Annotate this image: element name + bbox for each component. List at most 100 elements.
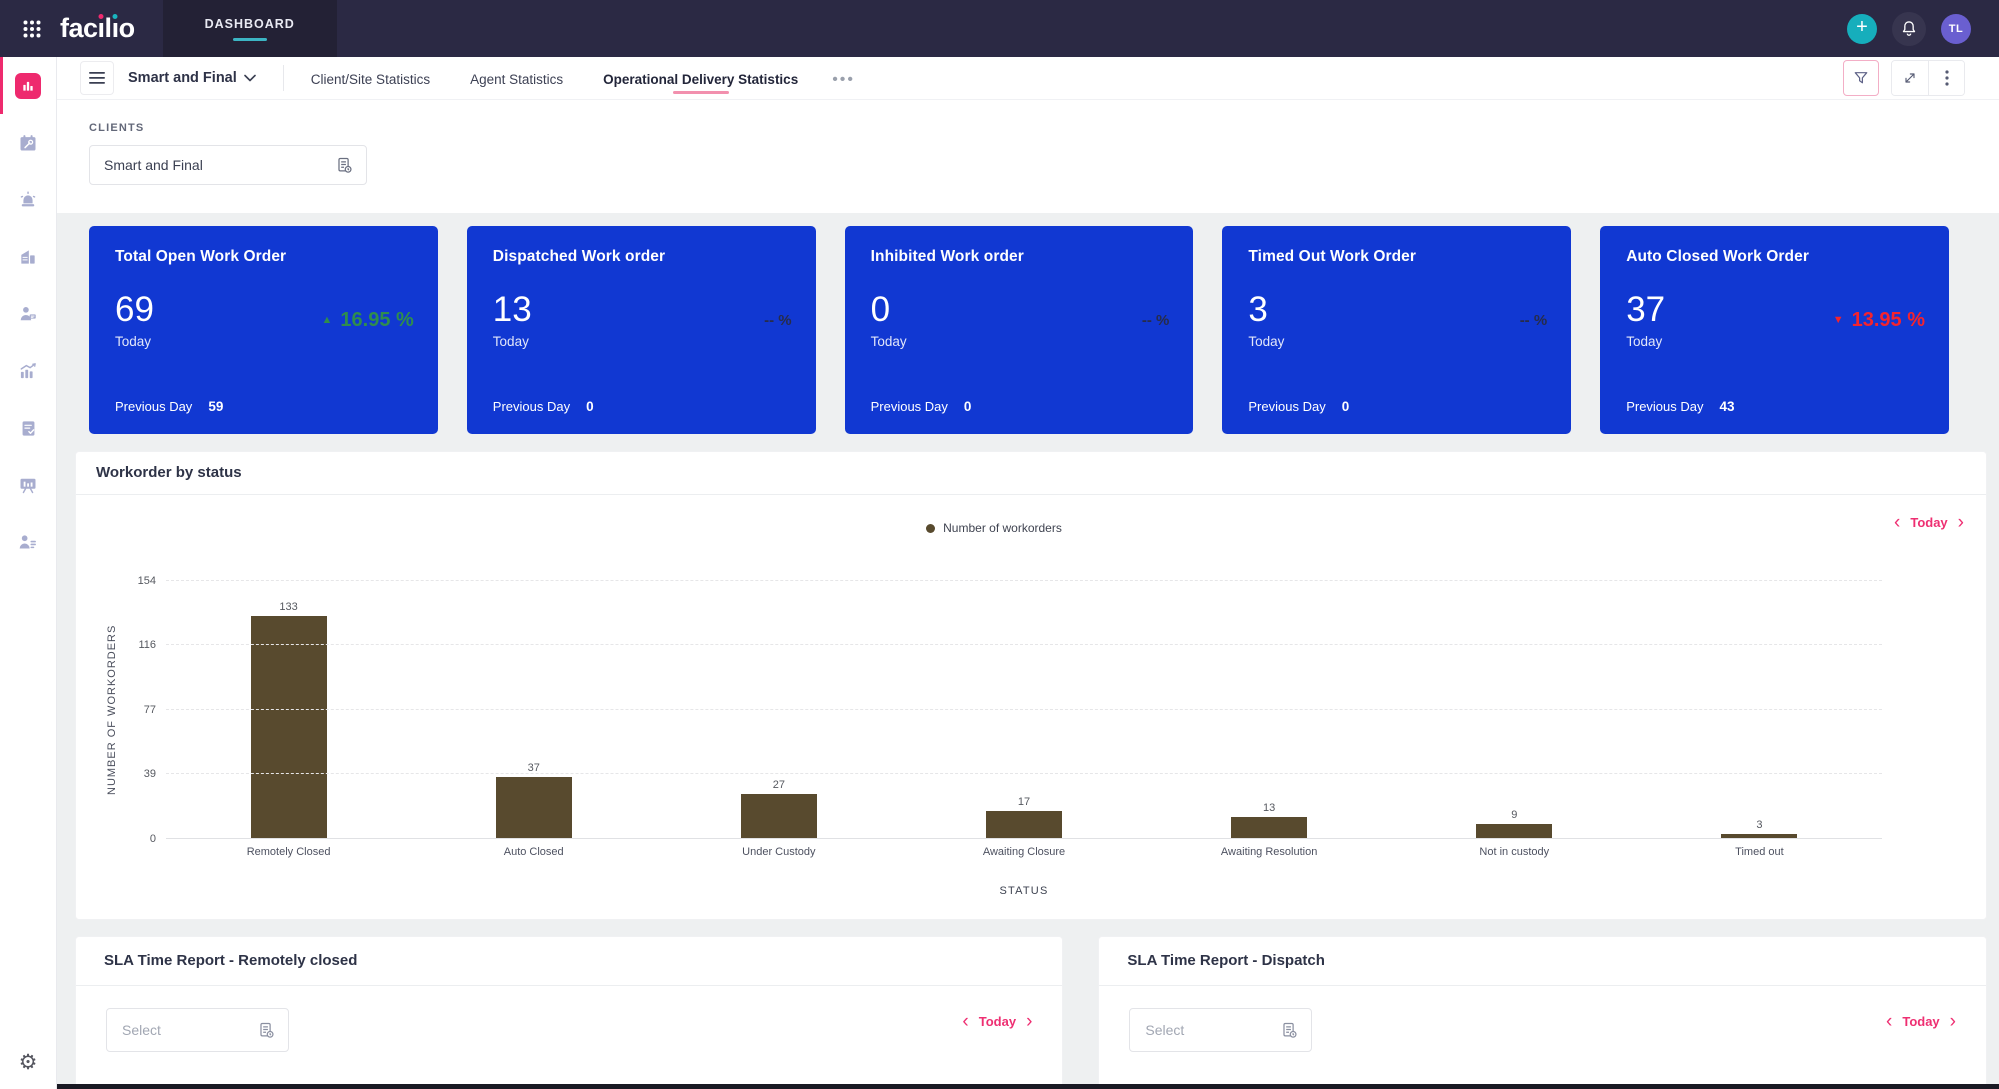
person-list-icon (18, 532, 38, 552)
sidebar-item-settings[interactable]: ⚙ (15, 1049, 41, 1075)
bar[interactable] (1231, 817, 1307, 839)
sidebar-item-inspections[interactable] (15, 415, 41, 441)
change-arrow-icon: ▲ (322, 315, 333, 326)
kpi-prev-label: Previous Day (115, 399, 192, 414)
sidebar-item-facilities[interactable] (15, 244, 41, 270)
window-bottom-edge (57, 1084, 1999, 1089)
sla-body: ‹ Today › (76, 986, 1062, 1074)
bar[interactable] (251, 616, 327, 839)
options-button[interactable] (1928, 61, 1964, 95)
logo-teal-dot (113, 14, 118, 19)
kpi-prev-value: 0 (1342, 399, 1350, 414)
dashboard-subnav: Smart and Final Client/Site Statistics A… (57, 57, 1999, 100)
kpi-title: Auto Closed Work Order (1626, 248, 1925, 266)
x-axis-title: STATUS (166, 885, 1882, 897)
kpi-prev-label: Previous Day (1626, 399, 1703, 414)
person-badge-icon (18, 304, 38, 324)
user-avatar[interactable]: TL (1941, 14, 1971, 44)
alarm-beacon-icon (18, 190, 38, 210)
bar[interactable] (741, 794, 817, 839)
sidebar-item-analytics[interactable] (15, 358, 41, 384)
building-icon (18, 247, 38, 267)
workorder-by-status-card: Workorder by status ‹ Today › Number of … (75, 451, 1987, 920)
chart-date-nav: ‹ Today › (1894, 513, 1964, 532)
chevron-right-icon[interactable]: › (1958, 513, 1964, 532)
bar-value-label: 133 (279, 601, 297, 613)
chevron-left-icon[interactable]: ‹ (1894, 513, 1900, 532)
chevron-right-icon[interactable]: › (1950, 1012, 1956, 1031)
legend-dot-icon (926, 524, 935, 533)
gridline (166, 773, 1882, 774)
divider (283, 65, 284, 91)
chevron-left-icon[interactable]: ‹ (962, 1012, 968, 1031)
notifications-button[interactable] (1892, 12, 1926, 46)
clients-select[interactable]: Smart and Final (89, 145, 367, 185)
bar-column: 17 (901, 581, 1146, 839)
kpi-value: 37 (1626, 292, 1665, 327)
facilio-logo: facılıo (60, 13, 163, 44)
bar-value-label: 3 (1756, 819, 1762, 831)
ellipsis-icon: ••• (832, 71, 855, 88)
chart-growth-icon (18, 361, 38, 381)
bar-column: 133 (166, 581, 411, 839)
kpi-change: -- % (1134, 312, 1170, 329)
sla-card-row: SLA Time Report - Remotely closed ‹ (75, 936, 1987, 1089)
kpi-prev-value: 59 (208, 399, 223, 414)
tab-dashboard[interactable]: DASHBOARD (163, 0, 337, 57)
sla-select-dispatch[interactable] (1129, 1008, 1312, 1052)
chart-title: Workorder by status (96, 464, 242, 481)
add-button[interactable]: + (1847, 14, 1877, 44)
calendar-wrench-icon (18, 133, 38, 153)
kpi-change: -- % (1512, 312, 1548, 329)
sla-select-input[interactable] (109, 1022, 229, 1038)
bars: 1333727171393 (166, 581, 1882, 839)
presentation-board-icon (18, 475, 38, 495)
tab-label: Client/Site Statistics (311, 72, 430, 87)
tab-label: Agent Statistics (470, 72, 563, 87)
kpi-change: ▼13.95 % (1833, 309, 1925, 332)
sla-range-label[interactable]: Today (979, 1014, 1016, 1029)
tab-client-site-statistics[interactable]: Client/Site Statistics (311, 57, 430, 99)
kpi-title: Dispatched Work order (493, 248, 792, 266)
tab-agent-statistics[interactable]: Agent Statistics (470, 57, 563, 99)
bar[interactable] (986, 811, 1062, 839)
sidebar-item-maintenance[interactable] (15, 130, 41, 156)
sidebar-item-dashboard[interactable] (15, 73, 41, 99)
sidebar-item-people[interactable] (15, 529, 41, 555)
sidebar-item-alarms[interactable] (15, 187, 41, 213)
kpi-change-text: -- % (764, 312, 792, 329)
lookup-form-icon (335, 156, 354, 175)
tab-label: Operational Delivery Statistics (603, 72, 798, 87)
filter-button[interactable] (1843, 60, 1879, 96)
more-tabs-button[interactable]: ••• (832, 68, 855, 89)
tab-operational-delivery-statistics[interactable]: Operational Delivery Statistics (603, 57, 798, 99)
dashboard-switcher[interactable]: Smart and Final (128, 70, 256, 86)
sla-range-label[interactable]: Today (1902, 1014, 1939, 1029)
sidebar-item-workforce[interactable] (15, 301, 41, 327)
fullscreen-button[interactable] (1892, 61, 1928, 95)
kpi-prev-value: 43 (1720, 399, 1735, 414)
sla-select-remotely-closed[interactable] (106, 1008, 289, 1052)
apps-grid-icon[interactable] (22, 19, 42, 39)
dashboard-menu-button[interactable] (80, 61, 114, 95)
sla-header: SLA Time Report - Remotely closed (76, 937, 1062, 986)
bar-value-label: 27 (773, 779, 785, 791)
bar[interactable] (1476, 824, 1552, 839)
x-axis-labels: Remotely ClosedAuto ClosedUnder CustodyA… (166, 846, 1882, 858)
hamburger-icon (89, 71, 105, 85)
sidebar-item-board[interactable] (15, 472, 41, 498)
chevron-left-icon[interactable]: ‹ (1886, 1012, 1892, 1031)
y-axis-title: NUMBER OF WORKORDERS (106, 581, 118, 839)
chart-header: Workorder by status (76, 452, 1986, 495)
lookup-form-icon (1280, 1021, 1299, 1040)
chart-range-label[interactable]: Today (1910, 515, 1947, 530)
expand-icon (1902, 70, 1918, 86)
sla-select-input[interactable] (1132, 1022, 1252, 1038)
bar-column: 37 (411, 581, 656, 839)
kpi-prev-label: Previous Day (493, 399, 570, 414)
bar[interactable] (496, 777, 572, 839)
plus-icon: + (1856, 16, 1868, 39)
kpi-period: Today (493, 334, 532, 349)
kpi-change-text: 13.95 % (1852, 309, 1925, 332)
chevron-right-icon[interactable]: › (1026, 1012, 1032, 1031)
